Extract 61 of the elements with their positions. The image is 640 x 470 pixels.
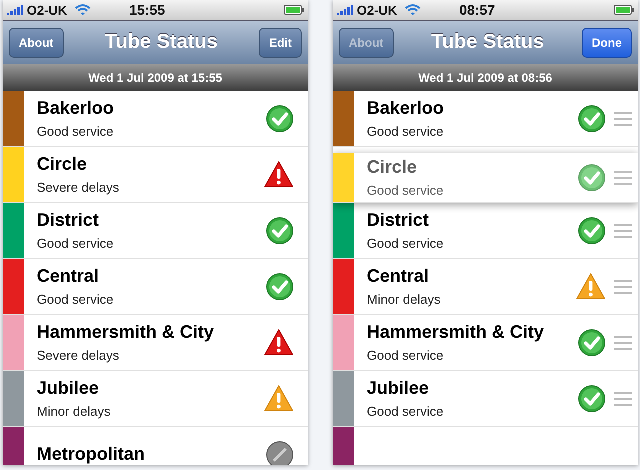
line-name: Hammersmith & City (367, 322, 546, 343)
line-status: Good service (367, 404, 445, 419)
line-row[interactable]: District Good service (3, 203, 308, 259)
line-row[interactable]: Central Minor delays (333, 259, 638, 315)
line-name: Jubilee (37, 378, 100, 399)
drag-handle-icon[interactable] (614, 170, 632, 184)
line-row[interactable]: District Good service (333, 203, 638, 259)
line-row[interactable]: Bakerloo Good service (3, 91, 308, 147)
screen-title: Tube Status (105, 31, 218, 54)
line-name: Metropolitan (37, 444, 146, 465)
line-status: Minor delays (367, 292, 442, 307)
updated-time: Wed 1 Jul 2009 at 15:55 (3, 64, 308, 91)
line-row[interactable]: Bakerloo Good service (333, 91, 638, 147)
updated-time: Wed 1 Jul 2009 at 08:56 (333, 64, 638, 91)
line-status: Good service (367, 236, 445, 251)
edit-button[interactable]: Edit (259, 28, 302, 58)
line-row[interactable]: Circle Severe delays (3, 147, 308, 203)
drag-handle-icon[interactable] (614, 280, 632, 294)
line-row[interactable]: Hammersmith & City Good service (333, 315, 638, 371)
signal-icon (337, 5, 355, 15)
line-name: Central (37, 266, 100, 287)
clock-time: 08:57 (459, 2, 496, 18)
battery-icon (284, 5, 304, 15)
drag-handle-icon[interactable] (614, 336, 632, 350)
line-row[interactable]: Hammersmith & City Severe delays (3, 315, 308, 371)
line-name: Circle (367, 157, 418, 178)
line-status: Good service (37, 236, 115, 251)
line-status: Minor delays (37, 404, 112, 419)
signal-icon (7, 5, 25, 15)
line-name: Central (367, 266, 430, 287)
carrier-name: O2-UK (27, 2, 68, 18)
line-name: Jubilee (367, 378, 430, 399)
line-row[interactable]: Metropolitan (3, 427, 308, 465)
line-status: Good service (367, 348, 445, 363)
line-status: Good service (37, 292, 115, 307)
line-row[interactable]: Jubilee Minor delays (3, 371, 308, 427)
line-status: Good service (37, 124, 115, 139)
line-status: Severe delays (37, 180, 120, 195)
wifi-icon (75, 4, 92, 16)
line-name: Bakerloo (367, 98, 446, 119)
line-name: Bakerloo (37, 98, 116, 119)
wifi-icon (405, 4, 422, 16)
line-name: District (367, 210, 430, 231)
line-row[interactable]: Central Good service (3, 259, 308, 315)
line-status: Good service (367, 124, 445, 139)
line-name: District (37, 210, 100, 231)
clock-time: 15:55 (129, 2, 166, 18)
drag-handle-icon[interactable] (614, 224, 632, 238)
screen-title: Tube Status (431, 31, 544, 54)
line-row[interactable]: Jubilee Good service (333, 371, 638, 427)
about-button[interactable]: About (9, 28, 64, 58)
carrier-name: O2-UK (357, 2, 398, 18)
battery-icon (614, 5, 634, 15)
line-status: Good service (367, 183, 445, 198)
drag-handle-icon[interactable] (614, 392, 632, 406)
line-name: Circle (37, 154, 88, 175)
line-status: Severe delays (37, 348, 120, 363)
line-name: Hammersmith & City (37, 322, 216, 343)
line-row[interactable]: Circle Good service (333, 153, 638, 203)
done-button[interactable]: Done (582, 28, 632, 58)
drag-handle-icon[interactable] (614, 112, 632, 126)
